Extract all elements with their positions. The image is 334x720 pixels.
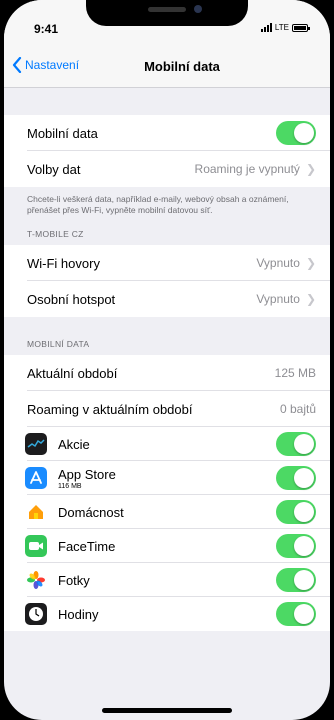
front-camera — [194, 5, 202, 13]
status-indicators: LTE — [260, 23, 310, 32]
roaming-period-value: 0 bajtů — [279, 402, 316, 416]
current-period-value: 125 MB — [274, 366, 316, 380]
current-period-label: Aktuální období — [27, 365, 118, 381]
data-options-label: Volby dat — [27, 161, 81, 177]
wifi-calling-row[interactable]: Wi-Fi hovory Vypnuto ❯ — [4, 245, 330, 281]
app-name: Domácnost — [58, 504, 124, 520]
network-type: LTE — [274, 23, 289, 32]
wifi-calling-value: Vypnuto — [256, 256, 300, 270]
chevron-right-icon: ❯ — [305, 162, 316, 176]
page-title: Mobilní data — [144, 59, 220, 74]
mobile-data-toggle[interactable] — [276, 121, 316, 145]
home-icon — [25, 501, 47, 523]
app-store-icon — [25, 467, 47, 489]
app-data-toggle[interactable] — [276, 534, 316, 558]
signal-icon — [260, 23, 272, 32]
app-data-toggle[interactable] — [276, 602, 316, 626]
app-name: Fotky — [58, 572, 90, 588]
clock-icon — [25, 603, 47, 625]
app-row: Fotky — [4, 563, 330, 597]
app-data-toggle[interactable] — [276, 568, 316, 592]
app-row: Hodiny — [4, 597, 330, 631]
current-period-row: Aktuální období 125 MB — [4, 355, 330, 391]
roaming-period-label: Roaming v aktuálním období — [27, 401, 193, 417]
status-time: 9:41 — [34, 22, 59, 36]
app-row: App Store 116 MB — [4, 461, 330, 495]
phone-screen: 9:41 LTE Nastavení Mobilní data Mobilní … — [4, 0, 330, 720]
battery-icon — [292, 23, 310, 32]
mobile-data-note: Chcete-li veškerá data, například e-mail… — [27, 194, 289, 215]
app-row: FaceTime — [4, 529, 330, 563]
app-name: Hodiny — [58, 606, 99, 622]
chevron-right-icon: ❯ — [305, 256, 316, 270]
app-row: Akcie — [4, 427, 330, 461]
data-options-row[interactable]: Volby dat Roaming je vypnutý ❯ — [4, 151, 330, 187]
navigation-bar: Nastavení Mobilní data — [4, 46, 330, 88]
app-name: Akcie — [58, 436, 90, 452]
carrier-section-header: T-MOBILE CZ — [27, 229, 84, 239]
mobile-data-section-header: MOBILNÍ DATA — [27, 339, 90, 349]
personal-hotspot-row[interactable]: Osobní hotspot Vypnuto ❯ — [4, 281, 330, 317]
photos-icon — [25, 569, 47, 591]
chevron-right-icon: ❯ — [305, 292, 316, 306]
speaker-grille — [148, 7, 186, 12]
stocks-icon — [25, 433, 47, 455]
mobile-data-row: Mobilní data — [4, 115, 330, 151]
app-name: FaceTime — [58, 538, 116, 554]
notch — [86, 0, 248, 26]
app-row: Domácnost — [4, 495, 330, 529]
app-usage: 116 MB — [58, 482, 82, 490]
app-name: App Store — [58, 466, 116, 482]
settings-list: Mobilní data Volby dat Roaming je vypnut… — [4, 89, 330, 631]
app-data-toggle[interactable] — [276, 466, 316, 490]
facetime-icon — [25, 535, 47, 557]
mobile-data-label: Mobilní data — [27, 125, 98, 141]
personal-hotspot-value: Vypnuto — [256, 292, 300, 306]
app-data-toggle[interactable] — [276, 432, 316, 456]
home-indicator[interactable] — [102, 708, 232, 713]
data-options-value: Roaming je vypnutý — [194, 162, 300, 176]
personal-hotspot-label: Osobní hotspot — [27, 291, 116, 307]
app-data-toggle[interactable] — [276, 500, 316, 524]
wifi-calling-label: Wi-Fi hovory — [27, 255, 100, 271]
roaming-period-row: Roaming v aktuálním období 0 bajtů — [4, 391, 330, 427]
